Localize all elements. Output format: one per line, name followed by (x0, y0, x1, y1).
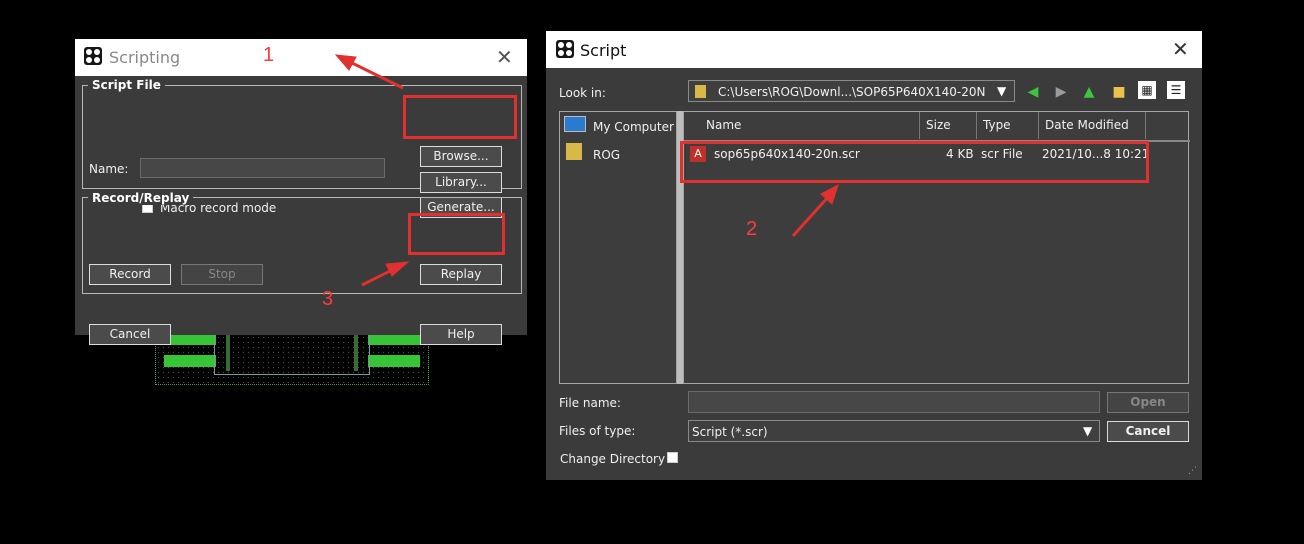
arrow-1 (349, 60, 404, 90)
arrowhead-3 (385, 261, 410, 277)
annotation-number-1: 1 (263, 44, 275, 66)
annotation-number-2: 2 (746, 218, 758, 240)
annotation-number-3: 3 (322, 288, 334, 310)
annotation-arrows (334, 54, 839, 287)
arrow-2 (791, 194, 831, 238)
arrowhead-1 (334, 54, 357, 71)
